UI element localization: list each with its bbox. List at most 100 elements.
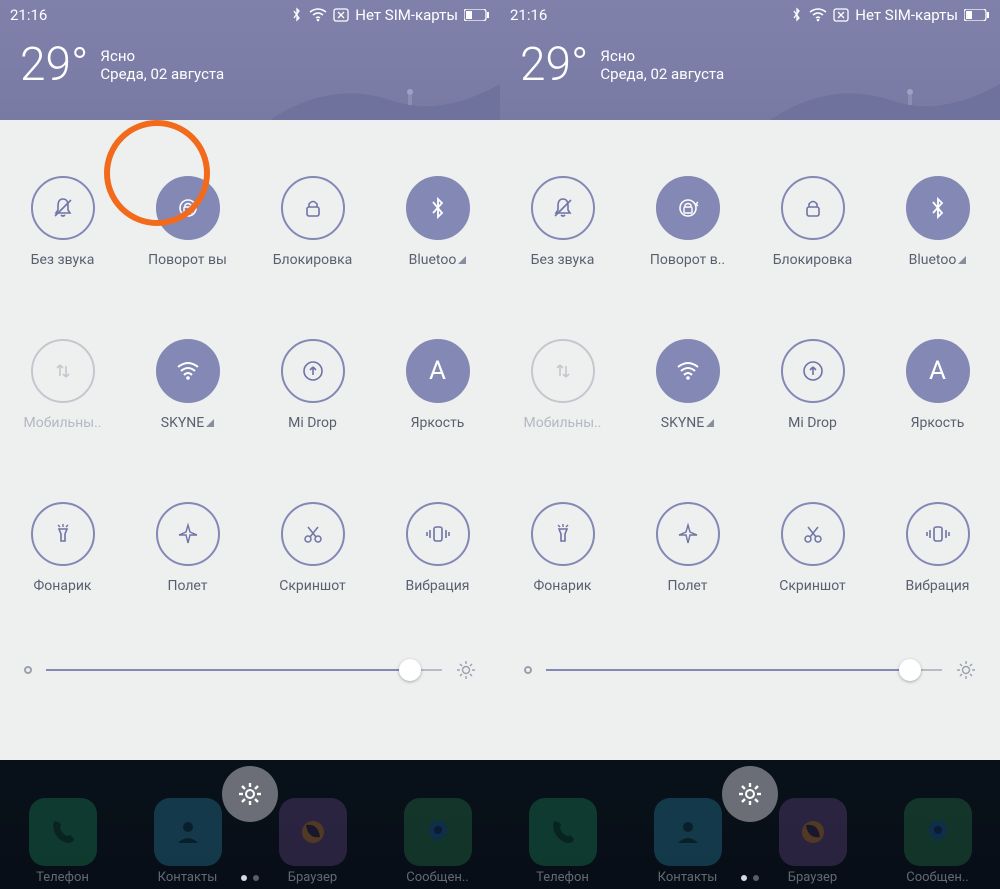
- tile-mute[interactable]: Без звука: [500, 140, 625, 303]
- tile-label: Bluetoo: [409, 252, 457, 268]
- dock-browser[interactable]: Браузер: [758, 798, 868, 885]
- tile-label: Mi Drop: [788, 415, 837, 431]
- expand-icon: [706, 419, 714, 427]
- contacts-icon: [671, 815, 705, 849]
- tile-vibrate[interactable]: Вибрация: [375, 467, 500, 630]
- tile-label: Mi Drop: [288, 415, 337, 431]
- tile-lock[interactable]: Блокировка: [750, 140, 875, 303]
- dock-label: Контакты: [158, 870, 218, 885]
- tile-rotate[interactable]: Поворот в..: [625, 140, 750, 303]
- tile-airplane[interactable]: Полет: [625, 467, 750, 630]
- sim-status-text: Нет SIM-карты: [355, 6, 458, 24]
- brightness-max-icon: [456, 660, 476, 680]
- tile-vibrate[interactable]: Вибрация: [875, 467, 1000, 630]
- message-icon: [921, 815, 955, 849]
- phone-icon: [46, 815, 80, 849]
- dock-contacts[interactable]: Контакты: [633, 798, 743, 885]
- dock-phone[interactable]: Телефон: [8, 798, 118, 885]
- tile-bluetooth[interactable]: Bluetoo: [375, 140, 500, 303]
- scissors-icon: [300, 521, 326, 547]
- gear-icon: [237, 781, 263, 807]
- lock-icon: [300, 195, 326, 221]
- bluetooth-status-icon: [291, 7, 303, 23]
- tile-label: Вибрация: [906, 578, 970, 594]
- flashlight-icon: [550, 521, 576, 547]
- tile-brightness[interactable]: A Яркость: [875, 303, 1000, 466]
- bell-mute-icon: [549, 194, 577, 222]
- temperature: 29°: [20, 38, 88, 92]
- dock-label: Сообщен..: [906, 870, 968, 885]
- tile-bluetooth[interactable]: Bluetoo: [875, 140, 1000, 303]
- slider-track[interactable]: [546, 669, 942, 671]
- tile-brightness[interactable]: A Яркость: [375, 303, 500, 466]
- rotate-lock-icon: [174, 194, 202, 222]
- tile-label: Поворот в..: [650, 252, 725, 268]
- tile-label: SKYNE: [661, 415, 704, 431]
- vibrate-icon: [924, 521, 952, 547]
- wifi-icon: [174, 357, 202, 385]
- slider-thumb[interactable]: [399, 659, 421, 681]
- weather-date: Среда, 02 августа: [600, 65, 724, 83]
- slider-track[interactable]: [46, 669, 442, 671]
- tile-rotate[interactable]: Поворот вы: [125, 140, 250, 303]
- bluetooth-icon: [925, 195, 951, 221]
- tile-mobile-data[interactable]: Мобильны..: [500, 303, 625, 466]
- landscape-decor: [770, 70, 1000, 120]
- tile-wifi[interactable]: SKYNE: [125, 303, 250, 466]
- rotate-lock-icon: [674, 194, 702, 222]
- quick-settings-panel: Без звука Поворот в.. Блокировка Bluetoo…: [500, 120, 1000, 760]
- weather-condition: Ясно: [600, 47, 724, 65]
- expand-icon: [458, 256, 466, 264]
- tile-mute[interactable]: Без звука: [0, 140, 125, 303]
- tile-screenshot[interactable]: Скриншот: [250, 467, 375, 630]
- phone-right: 21:16 Нет SIM-карты 29° Ясно Среда, 02 а…: [500, 0, 1000, 889]
- brightness-slider[interactable]: [0, 630, 500, 690]
- battery-icon: [964, 9, 990, 21]
- scissors-icon: [800, 521, 826, 547]
- page-indicator: [741, 875, 759, 881]
- brightness-letter-icon: A: [429, 356, 446, 386]
- tile-mobile-data[interactable]: Мобильны..: [0, 303, 125, 466]
- dock-phone[interactable]: Телефон: [508, 798, 618, 885]
- tile-label: Вибрация: [406, 578, 470, 594]
- tile-wifi[interactable]: SKYNE: [625, 303, 750, 466]
- landscape-decor: [270, 70, 500, 120]
- status-bar: 21:16 Нет SIM-карты: [500, 0, 1000, 28]
- dock-messages[interactable]: Сообщен..: [883, 798, 993, 885]
- tile-midrop[interactable]: Mi Drop: [250, 303, 375, 466]
- tile-label: Блокировка: [273, 252, 353, 268]
- brightness-slider[interactable]: [500, 630, 1000, 690]
- weather-condition: Ясно: [100, 47, 224, 65]
- tile-airplane[interactable]: Полет: [125, 467, 250, 630]
- settings-fab[interactable]: [222, 766, 278, 822]
- dock: Телефон Контакты Браузер Сообщен..: [0, 760, 500, 889]
- tile-label: SKYNE: [161, 415, 204, 431]
- tile-lock[interactable]: Блокировка: [250, 140, 375, 303]
- tile-label: Без звука: [531, 252, 595, 268]
- dock-messages[interactable]: Сообщен..: [383, 798, 493, 885]
- bluetooth-icon: [425, 195, 451, 221]
- gear-icon: [737, 781, 763, 807]
- contacts-icon: [171, 815, 205, 849]
- settings-fab[interactable]: [722, 766, 778, 822]
- dock-browser[interactable]: Браузер: [258, 798, 368, 885]
- tile-screenshot[interactable]: Скриншот: [750, 467, 875, 630]
- tile-torch[interactable]: Фонарик: [500, 467, 625, 630]
- slider-thumb[interactable]: [899, 659, 921, 681]
- wifi-status-icon: [809, 8, 827, 22]
- phone-icon: [546, 815, 580, 849]
- battery-icon: [464, 9, 490, 21]
- tile-label: Фонарик: [34, 578, 92, 594]
- airplane-icon: [175, 521, 201, 547]
- dock-label: Телефон: [36, 870, 89, 885]
- quick-settings-panel: Без звука Поворот вы Блокировка Bluetoo …: [0, 120, 500, 760]
- data-arrows-icon: [550, 358, 576, 384]
- expand-icon: [206, 419, 214, 427]
- tile-torch[interactable]: Фонарик: [0, 467, 125, 630]
- tile-midrop[interactable]: Mi Drop: [750, 303, 875, 466]
- dock-contacts[interactable]: Контакты: [133, 798, 243, 885]
- clock: 21:16: [10, 6, 47, 24]
- tile-label: Без звука: [31, 252, 95, 268]
- tile-label: Полет: [667, 578, 707, 594]
- brightness-min-icon: [524, 666, 532, 674]
